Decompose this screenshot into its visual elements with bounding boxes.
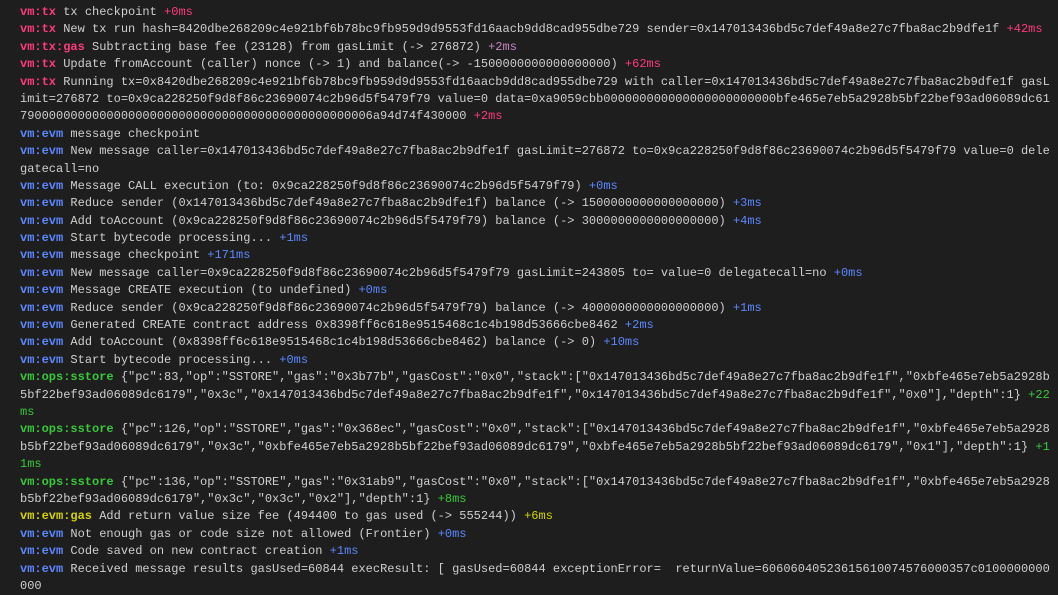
log-line: vm:ops:sstore {"pc":83,"op":"SSTORE","ga… — [6, 369, 1052, 421]
log-message: Message CREATE execution (to undefined) — [70, 283, 351, 297]
log-line: vm:ops:sstore {"pc":126,"op":"SSTORE","g… — [6, 421, 1052, 473]
log-tag: vm:ops:sstore — [20, 475, 114, 489]
log-time: +1ms — [330, 544, 359, 558]
log-message: Not enough gas or code size not allowed … — [70, 527, 430, 541]
log-line: vm:evm Start bytecode processing... +0ms — [6, 352, 1052, 369]
log-tag: vm:evm — [20, 283, 63, 297]
log-tag: vm:tx — [20, 22, 56, 36]
log-tag: vm:evm — [20, 248, 63, 262]
log-line: vm:tx tx checkpoint +0ms — [6, 4, 1052, 21]
log-tag: vm:evm — [20, 318, 63, 332]
log-tag: vm:evm — [20, 214, 63, 228]
log-tag: vm:evm — [20, 231, 63, 245]
log-time: +2ms — [488, 40, 517, 54]
log-line: vm:evm Message CALL execution (to: 0x9ca… — [6, 178, 1052, 195]
log-time: +0ms — [834, 266, 863, 280]
log-message: New message caller=0x147013436bd5c7def49… — [20, 144, 1050, 175]
log-tag: vm:tx — [20, 75, 56, 89]
log-line: vm:evm Received message results gasUsed=… — [6, 561, 1052, 595]
log-tag: vm:evm — [20, 301, 63, 315]
log-tag: vm:ops:sstore — [20, 422, 114, 436]
log-time: +2ms — [474, 109, 503, 123]
log-message: Received message results gasUsed=60844 e… — [20, 562, 1050, 593]
log-line: vm:tx Update fromAccount (caller) nonce … — [6, 56, 1052, 73]
log-message: {"pc":136,"op":"SSTORE","gas":"0x31ab9",… — [20, 475, 1050, 506]
log-time: +3ms — [733, 196, 762, 210]
log-message: Message CALL execution (to: 0x9ca228250f… — [70, 179, 581, 193]
log-line: vm:evm Start bytecode processing... +1ms — [6, 230, 1052, 247]
log-line: vm:evm Message CREATE execution (to unde… — [6, 282, 1052, 299]
log-message: tx checkpoint — [63, 5, 157, 19]
log-line: vm:evm Generated CREATE contract address… — [6, 317, 1052, 334]
log-time: +0ms — [164, 5, 193, 19]
log-message: Reduce sender (0x147013436bd5c7def49a8e2… — [70, 196, 725, 210]
log-time: +6ms — [524, 509, 553, 523]
log-time: +2ms — [625, 318, 654, 332]
log-time: +42ms — [1007, 22, 1043, 36]
log-line: vm:evm message checkpoint +171ms — [6, 247, 1052, 264]
log-line: vm:evm Add toAccount (0x8398ff6c618e9515… — [6, 334, 1052, 351]
log-tag: vm:evm:gas — [20, 509, 92, 523]
log-message: {"pc":126,"op":"SSTORE","gas":"0x368ec",… — [20, 422, 1050, 453]
log-message: Add return value size fee (494400 to gas… — [99, 509, 517, 523]
log-tag: vm:ops:sstore — [20, 370, 114, 384]
log-tag: vm:evm — [20, 127, 63, 141]
log-message: Running tx=0x8420dbe268209c4e921bf6b78bc… — [20, 75, 1050, 124]
terminal-output: vm:tx tx checkpoint +0msvm:tx New tx run… — [6, 4, 1052, 595]
log-time: +1ms — [733, 301, 762, 315]
log-tag: vm:evm — [20, 527, 63, 541]
log-tag: vm:evm — [20, 144, 63, 158]
log-tag: vm:tx — [20, 57, 56, 71]
log-tag: vm:evm — [20, 335, 63, 349]
log-tag: vm:evm — [20, 266, 63, 280]
log-message: Update fromAccount (caller) nonce (-> 1)… — [63, 57, 618, 71]
log-tag: vm:tx:gas — [20, 40, 85, 54]
log-message: New tx run hash=8420dbe268209c4e921bf6b7… — [63, 22, 999, 36]
log-message: New message caller=0x9ca228250f9d8f86c23… — [70, 266, 826, 280]
log-message: message checkpoint — [70, 248, 200, 262]
log-message: message checkpoint — [70, 127, 200, 141]
log-time: +0ms — [279, 353, 308, 367]
log-line: vm:tx Running tx=0x8420dbe268209c4e921bf… — [6, 74, 1052, 126]
log-tag: vm:evm — [20, 544, 63, 558]
log-line: vm:tx New tx run hash=8420dbe268209c4e92… — [6, 21, 1052, 38]
log-line: vm:evm Reduce sender (0x147013436bd5c7de… — [6, 195, 1052, 212]
log-tag: vm:tx — [20, 5, 56, 19]
log-time: +8ms — [438, 492, 467, 506]
log-time: +0ms — [358, 283, 387, 297]
log-line: vm:tx:gas Subtracting base fee (23128) f… — [6, 39, 1052, 56]
log-line: vm:evm Reduce sender (0x9ca228250f9d8f86… — [6, 300, 1052, 317]
log-message: Start bytecode processing... — [70, 231, 272, 245]
log-time: +10ms — [603, 335, 639, 349]
log-message: Code saved on new contract creation — [70, 544, 322, 558]
log-line: vm:evm Not enough gas or code size not a… — [6, 526, 1052, 543]
log-tag: vm:evm — [20, 179, 63, 193]
log-tag: vm:evm — [20, 196, 63, 210]
log-message: Subtracting base fee (23128) from gasLim… — [92, 40, 481, 54]
log-time: +171ms — [207, 248, 250, 262]
log-message: Start bytecode processing... — [70, 353, 272, 367]
log-line: vm:evm:gas Add return value size fee (49… — [6, 508, 1052, 525]
log-line: vm:evm Add toAccount (0x9ca228250f9d8f86… — [6, 213, 1052, 230]
log-message: Add toAccount (0x8398ff6c618e9515468c1c4… — [70, 335, 596, 349]
log-time: +62ms — [625, 57, 661, 71]
log-message: {"pc":83,"op":"SSTORE","gas":"0x3b77b","… — [20, 370, 1050, 401]
log-time: +0ms — [438, 527, 467, 541]
log-message: Add toAccount (0x9ca228250f9d8f86c236900… — [70, 214, 725, 228]
log-message: Generated CREATE contract address 0x8398… — [70, 318, 617, 332]
log-line: vm:evm New message caller=0x147013436bd5… — [6, 143, 1052, 178]
log-line: vm:evm message checkpoint — [6, 126, 1052, 143]
log-tag: vm:evm — [20, 562, 63, 576]
log-line: vm:ops:sstore {"pc":136,"op":"SSTORE","g… — [6, 474, 1052, 509]
log-time: +4ms — [733, 214, 762, 228]
log-line: vm:evm New message caller=0x9ca228250f9d… — [6, 265, 1052, 282]
log-time: +0ms — [589, 179, 618, 193]
log-tag: vm:evm — [20, 353, 63, 367]
log-message: Reduce sender (0x9ca228250f9d8f86c236900… — [70, 301, 725, 315]
log-line: vm:evm Code saved on new contract creati… — [6, 543, 1052, 560]
log-time: +1ms — [279, 231, 308, 245]
